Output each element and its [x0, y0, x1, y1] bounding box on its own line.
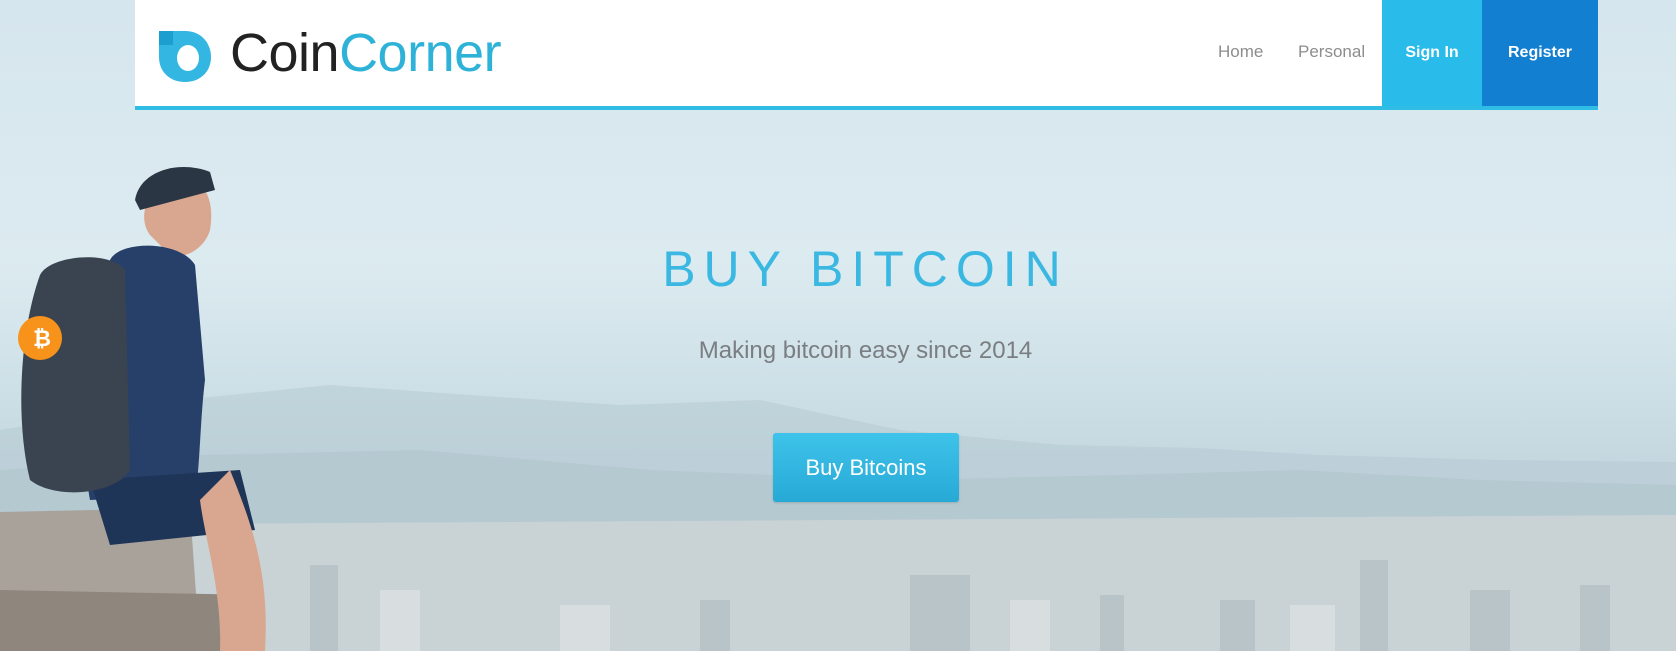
hero-headline: BUY BITCOIN: [662, 241, 1069, 297]
brand-wordmark[interactable]: CoinCorner: [230, 22, 502, 84]
coincorner-logo-icon[interactable]: [155, 25, 215, 85]
nav-home-link[interactable]: Home: [1218, 42, 1263, 62]
brand-name-part1: Coin: [230, 23, 340, 83]
register-button[interactable]: Register: [1482, 0, 1598, 106]
top-navbar: CoinCorner Home Personal Sign In Registe…: [135, 0, 1598, 110]
hero-section: ₿ CoinCorner Home Personal Sign In Regis…: [0, 0, 1676, 651]
brand-name-part2: Corner: [339, 23, 502, 83]
buy-bitcoins-button[interactable]: Buy Bitcoins: [773, 433, 959, 502]
sign-in-button[interactable]: Sign In: [1382, 0, 1482, 106]
hero-tagline: Making bitcoin easy since 2014: [698, 337, 1033, 364]
nav-personal-link[interactable]: Personal: [1298, 42, 1365, 62]
